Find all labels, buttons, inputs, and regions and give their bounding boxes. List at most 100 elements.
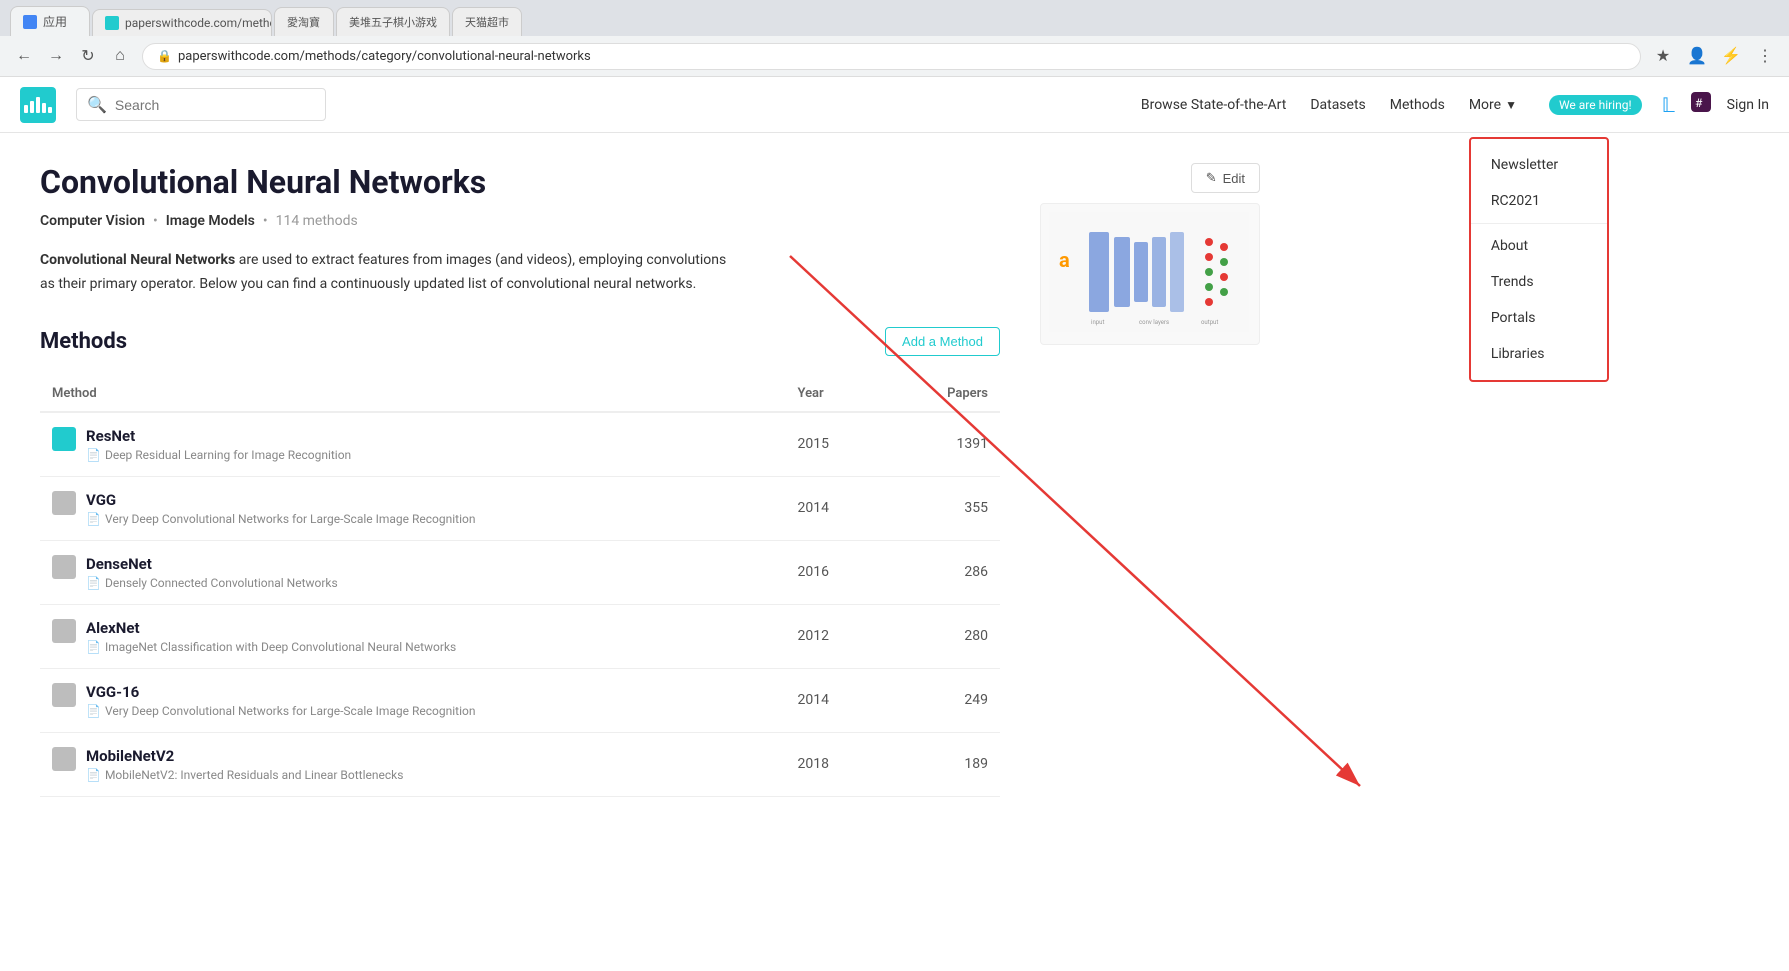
method-paper: 📄 Deep Residual Learning for Image Recog… [86, 448, 351, 462]
method-paper: 📄 MobileNetV2: Inverted Residuals and Li… [86, 768, 403, 782]
browser-tab[interactable]: 应用 [10, 6, 90, 36]
cnn-diagram: a i [1049, 212, 1249, 332]
col-year: Year [737, 376, 898, 412]
dropdown-trends[interactable]: Trends [1471, 264, 1607, 300]
cnn-diagram-container: a i [1040, 203, 1260, 345]
method-name[interactable]: VGG [86, 491, 475, 509]
dropdown-about[interactable]: About [1471, 228, 1607, 264]
table-row[interactable]: DenseNet 📄 Densely Connected Convolution… [40, 540, 1000, 604]
search-icon: 🔍 [87, 95, 107, 114]
breadcrumb-subcategory[interactable]: Image Models [166, 213, 255, 229]
browser-tab-5[interactable]: 天猫超市 [452, 7, 522, 36]
method-year: 2016 [737, 540, 898, 604]
svg-text:a: a [1059, 248, 1070, 272]
logo-bar-4 [42, 103, 46, 113]
hiring-badge[interactable]: We are hiring! [1549, 95, 1642, 115]
back-button[interactable]: ← [10, 42, 38, 70]
method-name[interactable]: VGG-16 [86, 683, 475, 701]
nav-browse[interactable]: Browse State-of-the-Art [1141, 97, 1286, 113]
method-name[interactable]: MobileNetV2 [86, 747, 403, 765]
home-button[interactable]: ⌂ [106, 42, 134, 70]
method-papers-count: 1391 [899, 412, 1000, 477]
page-title: Convolutional Neural Networks [40, 163, 1000, 201]
methods-tbody: ResNet 📄 Deep Residual Learning for Imag… [40, 412, 1000, 797]
method-icon [52, 491, 76, 515]
method-cell: VGG 📄 Very Deep Convolutional Networks f… [40, 476, 737, 540]
method-name[interactable]: AlexNet [86, 619, 456, 637]
table-header: Method Year Papers [40, 376, 1000, 412]
main-content: Convolutional Neural Networks Computer V… [0, 133, 1300, 827]
description-bold: Convolutional Neural Networks [40, 252, 235, 268]
logo-bar-1 [24, 105, 28, 113]
method-name[interactable]: ResNet [86, 427, 351, 445]
breadcrumb-count: 114 methods [276, 213, 358, 229]
method-papers-count: 355 [899, 476, 1000, 540]
svg-text:conv layers: conv layers [1139, 319, 1169, 326]
dropdown-rc2021[interactable]: RC2021 [1471, 183, 1607, 219]
nav-methods[interactable]: Methods [1390, 97, 1445, 113]
table-row[interactable]: VGG-16 📄 Very Deep Convolutional Network… [40, 668, 1000, 732]
browser-tab-extra[interactable]: 愛淘寶 [274, 7, 334, 36]
tab-label: 应用 [43, 13, 67, 30]
method-name[interactable]: DenseNet [86, 555, 338, 573]
col-papers: Papers [899, 376, 1000, 412]
table-row[interactable]: MobileNetV2 📄 MobileNetV2: Inverted Resi… [40, 732, 1000, 796]
extensions-button[interactable]: ⚡ [1717, 42, 1745, 70]
breadcrumb-category[interactable]: Computer Vision [40, 213, 145, 229]
dropdown-portals[interactable]: Portals [1471, 300, 1607, 336]
breadcrumb-sep-1: • [153, 213, 158, 229]
nav-links: Browse State-of-the-Art Datasets Methods… [1141, 95, 1642, 115]
dropdown-newsletter[interactable]: Newsletter [1471, 147, 1607, 183]
table-row[interactable]: ResNet 📄 Deep Residual Learning for Imag… [40, 412, 1000, 477]
search-input[interactable] [115, 97, 315, 113]
method-icon [52, 555, 76, 579]
address-text: paperswithcode.com/methods/category/conv… [178, 49, 591, 64]
refresh-button[interactable]: ↻ [74, 42, 102, 70]
table-row[interactable]: AlexNet 📄 ImageNet Classification with D… [40, 604, 1000, 668]
browser-toolbar: ← → ↻ ⌂ 🔒 paperswithcode.com/methods/cat… [0, 36, 1789, 76]
tab-favicon [23, 15, 37, 29]
more-dropdown-menu: Newsletter RC2021 About Trends Portals L… [1469, 137, 1609, 382]
browser-tab-4[interactable]: 美堆五子棋小游戏 [336, 7, 450, 36]
site-header: 🔍 Browse State-of-the-Art Datasets Metho… [0, 77, 1789, 133]
forward-button[interactable]: → [42, 42, 70, 70]
dropdown-libraries[interactable]: Libraries [1471, 336, 1607, 372]
slack-icon[interactable]: # [1691, 92, 1711, 117]
paper-icon: 📄 [86, 448, 101, 462]
menu-button[interactable]: ⋮ [1751, 42, 1779, 70]
nav-datasets[interactable]: Datasets [1310, 97, 1365, 113]
method-papers-count: 249 [899, 668, 1000, 732]
page-description: Convolutional Neural Networks are used t… [40, 249, 740, 297]
method-paper: 📄 Very Deep Convolutional Networks for L… [86, 512, 475, 526]
paper-icon: 📄 [86, 640, 101, 654]
edit-icon: ✎ [1206, 170, 1217, 186]
header-right: 𝕃 # Sign In [1662, 92, 1769, 117]
content-sidebar: ✎ Edit a [1040, 163, 1260, 797]
tab-label-pwc: paperswithcode.com/methods... [125, 16, 272, 30]
address-bar[interactable]: 🔒 paperswithcode.com/methods/category/co… [142, 43, 1641, 70]
page-layout: Convolutional Neural Networks Computer V… [40, 163, 1260, 797]
edit-button[interactable]: ✎ Edit [1191, 163, 1260, 193]
method-year: 2015 [737, 412, 898, 477]
sign-in-button[interactable]: Sign In [1727, 97, 1769, 113]
nav-buttons: ← → ↻ ⌂ [10, 42, 134, 70]
method-year: 2014 [737, 668, 898, 732]
more-dropdown-trigger[interactable]: More ▼ [1469, 97, 1517, 113]
method-papers-count: 280 [899, 604, 1000, 668]
twitter-icon[interactable]: 𝕃 [1662, 93, 1675, 117]
method-paper: 📄 Very Deep Convolutional Networks for L… [86, 704, 475, 718]
table-row[interactable]: VGG 📄 Very Deep Convolutional Networks f… [40, 476, 1000, 540]
site-logo[interactable] [20, 87, 56, 123]
tab-favicon-pwc [105, 16, 119, 30]
search-box[interactable]: 🔍 [76, 88, 326, 121]
method-paper: 📄 ImageNet Classification with Deep Conv… [86, 640, 456, 654]
content-main: Convolutional Neural Networks Computer V… [40, 163, 1000, 797]
chevron-down-icon: ▼ [1505, 98, 1517, 112]
profile-button[interactable]: 👤 [1683, 42, 1711, 70]
method-cell: ResNet 📄 Deep Residual Learning for Imag… [40, 412, 737, 477]
method-icon [52, 747, 76, 771]
bookmark-button[interactable]: ★ [1649, 42, 1677, 70]
add-method-button[interactable]: Add a Method [885, 327, 1000, 356]
logo-icon [20, 87, 56, 123]
browser-tab-pwc[interactable]: paperswithcode.com/methods... [92, 9, 272, 36]
